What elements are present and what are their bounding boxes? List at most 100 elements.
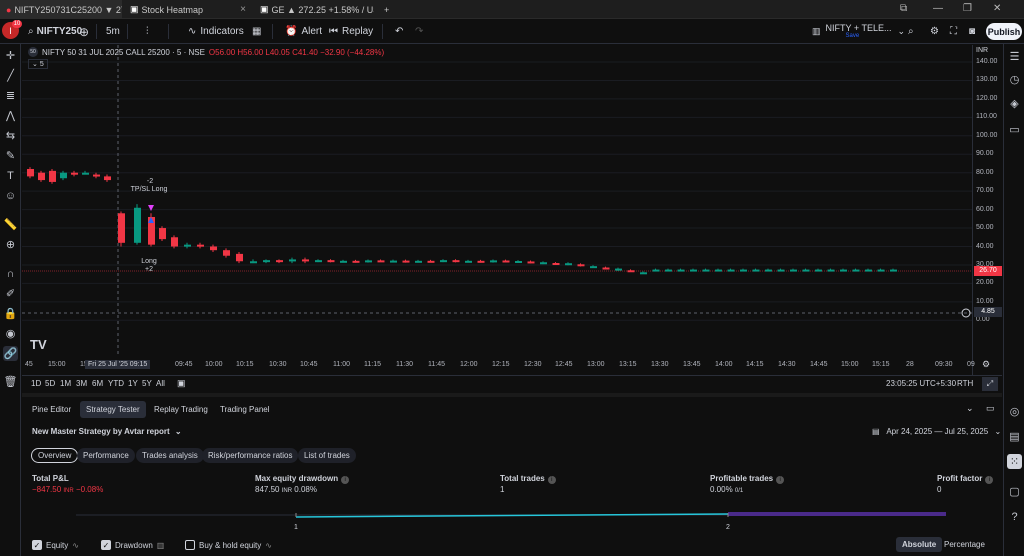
interval-button[interactable]: 5m xyxy=(106,23,120,40)
emoji-icon[interactable]: ☺ xyxy=(3,188,18,203)
top-toolbar: I 10 ⌕ NIFTY250 ⊕ 5m ⫶ ∿ Indicators ▦ ⏰ … xyxy=(0,19,1024,44)
range-3m[interactable]: 3M xyxy=(76,379,87,388)
zoom-icon[interactable]: ⊕ xyxy=(3,237,18,252)
close-icon[interactable]: × xyxy=(240,4,246,15)
brush-icon[interactable]: ✎ xyxy=(3,148,18,163)
info-icon[interactable]: i xyxy=(547,476,556,484)
auto-scale-icon[interactable]: ⤢ xyxy=(982,377,998,391)
goto-date-icon[interactable]: ▣ xyxy=(177,378,186,389)
equity-curve[interactable]: 1 2 xyxy=(22,507,1002,537)
candle-body xyxy=(840,269,847,272)
subtab-trades-analysis[interactable]: Trades analysis xyxy=(136,448,204,463)
candle-body xyxy=(236,253,243,262)
tab-replay-trading[interactable]: Replay Trading xyxy=(148,401,214,418)
range-ytd[interactable]: YTD xyxy=(108,379,124,388)
watchlist-selector[interactable]: ▥ NIFTY + TELE... Save ⌄ xyxy=(812,23,905,40)
range-1y[interactable]: 1Y xyxy=(128,379,138,388)
checkbox-buy-hold[interactable]: Buy & hold equity ∿ xyxy=(185,540,272,550)
tab-trading-panel[interactable]: Trading Panel xyxy=(214,401,276,418)
range-1d[interactable]: 1D xyxy=(31,379,41,388)
redo-button[interactable]: ↷ xyxy=(415,23,423,40)
new-tab-button[interactable]: + xyxy=(378,0,394,19)
candle-body xyxy=(104,176,111,181)
date-range-picker[interactable]: ▤ Apr 24, 2025 — Jul 25, 2025 ⌄ xyxy=(872,427,1001,436)
mode-percentage-button[interactable]: Percentage xyxy=(944,540,985,549)
trash-icon[interactable]: 🗑 xyxy=(3,374,18,389)
eye-icon[interactable]: ◉ xyxy=(3,326,18,341)
link-icon[interactable]: 🔗 xyxy=(3,346,18,361)
price-tick: 140.00 xyxy=(976,58,998,65)
tab-strategy-tester[interactable]: Strategy Tester xyxy=(80,401,146,418)
price-axis[interactable]: INR 140.00 130.00 120.00 110.00 100.00 90.00 8… xyxy=(972,45,1003,375)
subtab-risk-ratios[interactable]: Risk/performance ratios xyxy=(202,448,299,463)
range-5y[interactable]: 5Y xyxy=(142,379,152,388)
time-settings-icon[interactable]: ⚙ xyxy=(982,359,990,370)
close-window-icon[interactable]: ✕ xyxy=(993,3,1001,14)
layout-button[interactable]: ▦ xyxy=(252,23,261,40)
mode-absolute-button[interactable]: Absolute xyxy=(896,537,943,552)
range-5d[interactable]: 5D xyxy=(45,379,55,388)
browser-tab-heatmap[interactable]: ▣ Stock Heatmap × xyxy=(124,0,252,19)
candle-body xyxy=(602,267,610,270)
info-icon[interactable]: i xyxy=(341,476,350,484)
target-icon[interactable]: ◎ xyxy=(1007,404,1022,419)
calendar-icon[interactable]: ▤ xyxy=(1007,429,1022,444)
snapshot-button[interactable]: ◙ xyxy=(969,23,975,40)
comment-icon[interactable]: ▢ xyxy=(1007,484,1022,499)
fullscreen-button[interactable]: ⛶ xyxy=(950,23,957,40)
crosshair-icon[interactable]: ✛ xyxy=(3,48,18,63)
maximize-panel-icon[interactable]: ▭ xyxy=(986,403,995,414)
chevron-down-icon[interactable]: ⌄ xyxy=(966,403,974,414)
info-icon[interactable]: i xyxy=(776,476,785,484)
range-1m[interactable]: 1M xyxy=(60,379,71,388)
text-icon[interactable]: T xyxy=(3,168,18,183)
wave-icon: ∿ xyxy=(72,540,79,550)
browser-tab-ge[interactable]: ▣ GE ▲ 272.25 +1.58% / US AI... × xyxy=(254,0,374,19)
compare-button[interactable]: ⊕ xyxy=(79,23,89,40)
clock-label[interactable]: 23:05:25 UTC+5:30 xyxy=(886,379,956,388)
session-label[interactable]: RTH xyxy=(957,379,973,388)
strategy-legend[interactable]: ⌄ 5 xyxy=(28,59,48,69)
magnet-icon[interactable]: ∩ xyxy=(3,266,18,281)
minimize-icon[interactable]: — xyxy=(933,3,943,14)
lock-icon[interactable]: 🔒 xyxy=(3,306,18,321)
watchlist-icon[interactable]: ☰ xyxy=(1007,49,1022,64)
symbol-search[interactable]: ⌕ NIFTY250 xyxy=(28,23,82,40)
ruler-icon[interactable]: 📏 xyxy=(3,217,18,232)
quick-search-button[interactable]: ⌕ xyxy=(908,23,914,40)
browser-tab-nifty[interactable]: ● NIFTY250731C25200 ▼ 27.25 × xyxy=(0,0,122,19)
grid-icon[interactable]: ⁙ xyxy=(1007,454,1022,469)
forecast-icon[interactable]: ⇆ xyxy=(3,128,18,143)
indicators-button[interactable]: ∿ Indicators xyxy=(188,23,244,40)
stay-drawing-icon[interactable]: ✐ xyxy=(3,286,18,301)
undo-button[interactable]: ↶ xyxy=(395,23,403,40)
alert-button[interactable]: ⏰ Alert xyxy=(285,23,322,40)
price-tick: 110.00 xyxy=(976,113,997,121)
tab-pine-editor[interactable]: Pine Editor xyxy=(26,401,77,418)
chat-icon[interactable]: ▭ xyxy=(1007,122,1022,137)
pattern-icon[interactable]: ⋀ xyxy=(3,108,18,123)
chart-type-button[interactable]: ⫶ xyxy=(146,23,149,40)
checkbox-equity[interactable]: ✓ Equity ∿ xyxy=(32,540,79,550)
cast-icon[interactable]: ⧉ xyxy=(900,3,907,14)
fib-icon[interactable]: ≣ xyxy=(3,88,18,103)
restore-icon[interactable]: ❐ xyxy=(963,3,972,14)
alerts-clock-icon[interactable]: ◷ xyxy=(1007,72,1022,87)
layers-icon[interactable]: ◈ xyxy=(1007,96,1022,111)
chart-pane[interactable]: -2 TP/SL Long Long +2 50 NIFTY 50 31 JUL 20… xyxy=(22,45,972,375)
subtab-performance[interactable]: Performance xyxy=(77,448,135,463)
publish-button[interactable]: Publish xyxy=(986,23,1022,40)
time-axis[interactable]: 45 15:00 15:15 09:45 10:00 10:15 10:30 10:45 11:… xyxy=(22,356,1002,374)
subtab-overview[interactable]: Overview xyxy=(31,448,79,463)
price-chart[interactable]: -2TP/SL Long Long+2 xyxy=(22,45,972,356)
checkbox-drawdown[interactable]: ✓ Drawdown ▥ xyxy=(101,540,164,550)
trendline-icon[interactable]: ╱ xyxy=(3,68,18,83)
range-all[interactable]: All xyxy=(156,379,165,388)
info-icon[interactable]: i xyxy=(985,476,994,484)
subtab-list-of-trades[interactable]: List of trades xyxy=(298,448,356,463)
range-6m[interactable]: 6M xyxy=(92,379,103,388)
strategy-selector[interactable]: New Master Strategy by Avtar report ⌄ xyxy=(32,427,182,436)
settings-button[interactable]: ⚙ xyxy=(930,23,939,40)
replay-button[interactable]: ⏮ Replay xyxy=(329,23,373,40)
help-icon[interactable]: ? xyxy=(1007,509,1022,524)
